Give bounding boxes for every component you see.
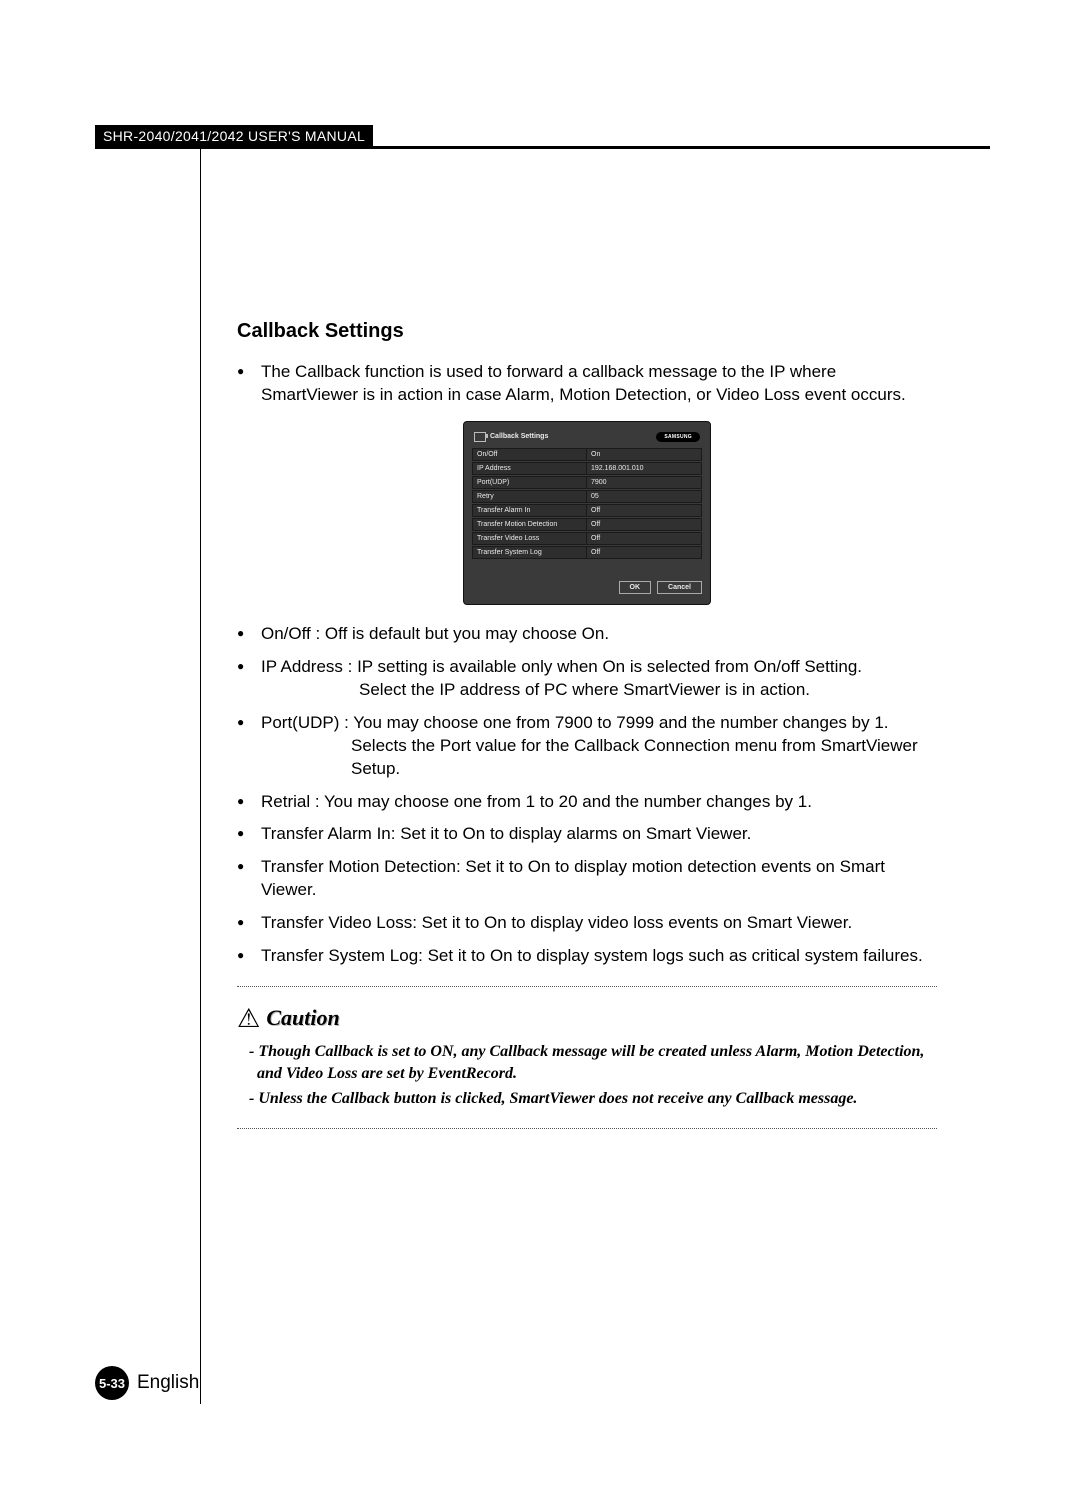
dvr-row-val: On	[586, 449, 701, 460]
dvr-row-key: Port(UDP)	[473, 477, 586, 488]
bullet-ip-sub: Select the IP address of PC where SmartV…	[261, 679, 937, 702]
bullet-port: Port(UDP) : You may choose one from 7900…	[237, 712, 937, 781]
dvr-title-row: Callback Settings SAMSUNG	[472, 430, 702, 448]
vertical-rule	[200, 149, 201, 1404]
dvr-buttons: OK Cancel	[472, 581, 702, 594]
dvr-row-val: Off	[586, 519, 701, 530]
caution-block: ⚠ Caution - Though Callback is set to ON…	[237, 1005, 937, 1110]
section-title: Callback Settings	[237, 320, 937, 343]
warning-icon: ⚠	[237, 1005, 260, 1031]
dvr-row-val: 05	[586, 491, 701, 502]
dvr-row[interactable]: Transfer System LogOff	[472, 546, 702, 559]
dvr-row-key: Transfer Video Loss	[473, 533, 586, 544]
dvr-row[interactable]: Retry05	[472, 490, 702, 503]
caution-heading: ⚠ Caution	[237, 1005, 937, 1031]
intro-bullet: The Callback function is used to forward…	[237, 361, 937, 407]
dvr-row[interactable]: On/OffOn	[472, 448, 702, 461]
page-language: English	[137, 1372, 199, 1394]
caution-word: Caution	[266, 1005, 339, 1031]
network-icon	[474, 432, 486, 442]
dvr-row-key: Transfer Motion Detection	[473, 519, 586, 530]
bullet-retrial: Retrial : You may choose one from 1 to 2…	[237, 791, 937, 814]
dvr-title-left: Callback Settings	[474, 432, 548, 442]
bullet-alarm: Transfer Alarm In: Set it to On to displ…	[237, 823, 937, 846]
brand-badge: SAMSUNG	[656, 432, 700, 442]
bullet-port-sub: Selects the Port value for the Callback …	[261, 735, 937, 781]
dvr-row[interactable]: Transfer Alarm InOff	[472, 504, 702, 517]
bullet-port-main: Port(UDP) : You may choose one from 7900…	[261, 713, 889, 732]
dvr-row-val: Off	[586, 547, 701, 558]
dvr-row[interactable]: Transfer Motion DetectionOff	[472, 518, 702, 531]
dvr-row-key: Transfer Alarm In	[473, 505, 586, 516]
caution-item-1: - Though Callback is set to ON, any Call…	[249, 1041, 937, 1084]
bullet-ip: IP Address : IP setting is available onl…	[237, 656, 937, 702]
dvr-row-key: IP Address	[473, 463, 586, 474]
manual-header: SHR-2040/2041/2042 USER'S MANUAL	[95, 125, 373, 147]
bullet-motion: Transfer Motion Detection: Set it to On …	[237, 856, 937, 902]
embedded-screenshot: Callback Settings SAMSUNG On/OffOn IP Ad…	[237, 421, 937, 605]
bullet-ip-main: IP Address : IP setting is available onl…	[261, 657, 862, 676]
ok-button[interactable]: OK	[619, 581, 652, 594]
dvr-row[interactable]: Transfer Video LossOff	[472, 532, 702, 545]
dvr-title: Callback Settings	[490, 433, 548, 440]
cancel-button[interactable]: Cancel	[657, 581, 702, 594]
header-rule	[95, 146, 990, 149]
dvr-row-val: 7900	[586, 477, 701, 488]
dvr-row-val: Off	[586, 533, 701, 544]
page-number-badge: 5-33	[95, 1366, 129, 1400]
bullet-videoloss: Transfer Video Loss: Set it to On to dis…	[237, 912, 937, 935]
page-content: Callback Settings The Callback function …	[237, 320, 937, 1147]
dvr-row[interactable]: IP Address192.168.001.010	[472, 462, 702, 475]
dvr-row-key: Retry	[473, 491, 586, 502]
bullet-syslog: Transfer System Log: Set it to On to dis…	[237, 945, 937, 968]
dvr-row-key: On/Off	[473, 449, 586, 460]
dvr-row[interactable]: Port(UDP)7900	[472, 476, 702, 489]
dvr-row-val: 192.168.001.010	[586, 463, 701, 474]
dotted-rule-top	[237, 986, 937, 987]
bullet-onoff: On/Off : Off is default but you may choo…	[237, 623, 937, 646]
dvr-row-val: Off	[586, 505, 701, 516]
intro-list: The Callback function is used to forward…	[237, 361, 937, 407]
page-footer: 5-33 English	[95, 1366, 199, 1400]
dotted-rule-bottom	[237, 1128, 937, 1129]
details-list: On/Off : Off is default but you may choo…	[237, 623, 937, 968]
dvr-callback-panel: Callback Settings SAMSUNG On/OffOn IP Ad…	[463, 421, 711, 605]
dvr-row-key: Transfer System Log	[473, 547, 586, 558]
caution-item-2: - Unless the Callback button is clicked,…	[249, 1088, 937, 1110]
